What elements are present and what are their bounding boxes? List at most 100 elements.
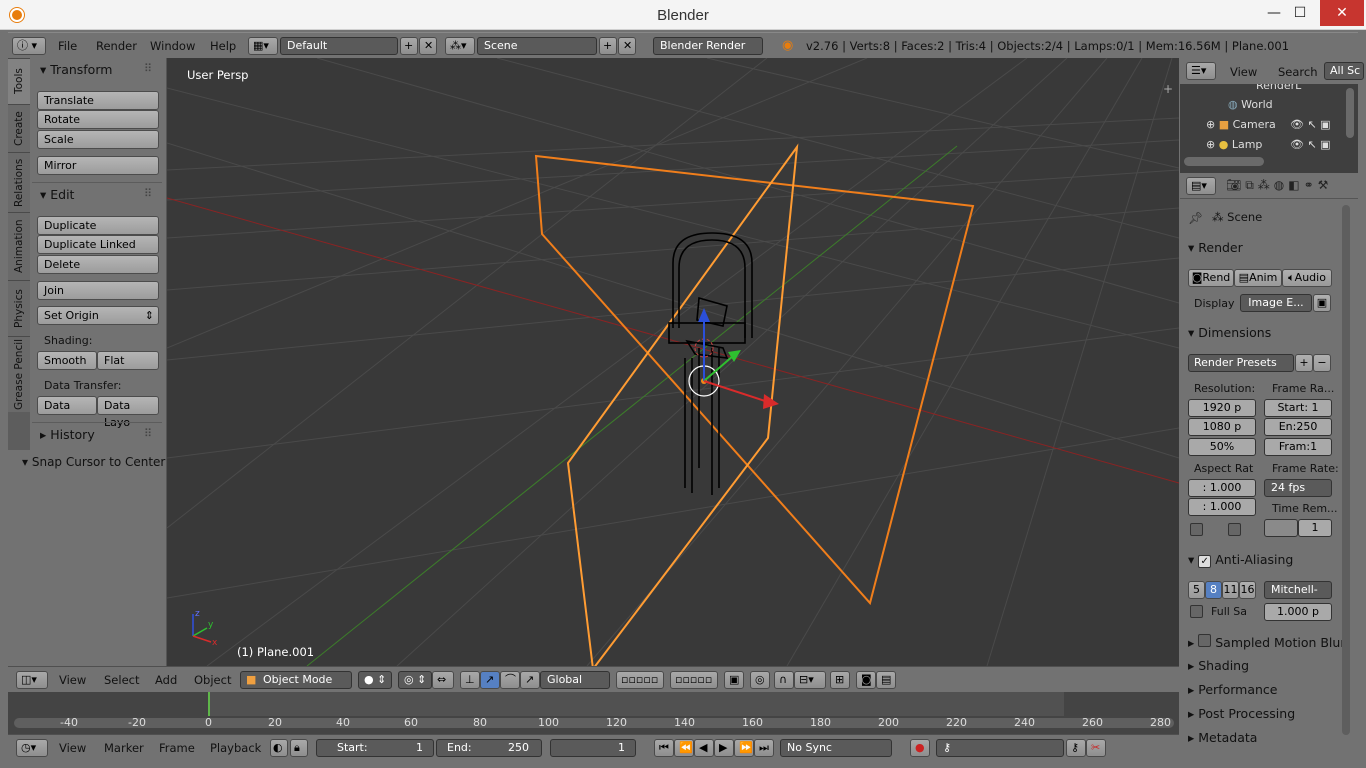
context-tab-icons[interactable]: 📷︎⧉⁂◍◧⚭⚒ xyxy=(1226,178,1332,193)
jump-end-icon[interactable]: ⏭ xyxy=(754,739,774,757)
play-icon[interactable]: ▶ xyxy=(714,739,734,757)
outliner-hscroll[interactable] xyxy=(1184,157,1264,166)
motion-blur-checkbox[interactable] xyxy=(1198,634,1212,647)
manipulator-toggle-icon[interactable]: ⇔ xyxy=(432,671,454,689)
mode-select[interactable]: ■ Object Mode xyxy=(240,671,352,689)
menu-object[interactable]: Object xyxy=(194,673,231,687)
outliner-row-lamp[interactable]: ⊕ ● Lamp 👁︎ ↖ ▣ xyxy=(1206,138,1331,151)
aspect-y-field[interactable]: : 1.000 xyxy=(1188,498,1256,516)
border-checkbox[interactable] xyxy=(1190,523,1203,536)
aa-samples-8[interactable]: 8 xyxy=(1205,581,1222,599)
drag-handle-icon[interactable]: ⠿ xyxy=(144,62,152,75)
editor-type-timeline-button[interactable]: ◷▾ xyxy=(16,739,48,757)
snap-target-icon[interactable]: ⊞ xyxy=(830,671,850,689)
render-presets-select[interactable]: Render Presets xyxy=(1188,354,1294,372)
menu-add[interactable]: Add xyxy=(155,673,177,687)
add-preset-button[interactable]: + xyxy=(1295,354,1313,372)
outliner-row-world[interactable]: ◍ World xyxy=(1228,98,1273,111)
menu-view[interactable]: View xyxy=(1230,65,1257,79)
remove-scene-button[interactable]: ✕ xyxy=(618,37,636,55)
shading-panel-header[interactable]: ▸ Shading xyxy=(1188,658,1249,673)
timeline-scrollbar[interactable] xyxy=(14,718,1174,728)
tab-grease-pencil[interactable]: Grease Pencil xyxy=(8,336,30,412)
duplicate-button[interactable]: Duplicate xyxy=(37,216,159,235)
performance-panel-header[interactable]: ▸ Performance xyxy=(1188,682,1277,697)
pivot-select[interactable]: ◎ ⇕ xyxy=(398,671,432,689)
tab-animation[interactable]: Animation xyxy=(8,212,30,280)
menu-window[interactable]: Window xyxy=(150,39,195,53)
tab-relations[interactable]: Relations xyxy=(8,152,30,212)
timeline-area[interactable] xyxy=(8,692,1179,734)
mirror-button[interactable]: Mirror xyxy=(37,156,159,175)
scene-icon[interactable]: ⁂▾ xyxy=(445,37,475,55)
gizmo-x-axis[interactable] xyxy=(703,380,766,402)
delete-button[interactable]: Delete xyxy=(37,255,159,274)
render-panel-header[interactable]: ▾ Render xyxy=(1188,240,1243,255)
snap-element-icon[interactable]: ⊟▾ xyxy=(794,671,826,689)
filter-size-field[interactable]: 1.000 p xyxy=(1264,603,1332,621)
operator-panel-header[interactable]: ▾ Snap Cursor to Center xyxy=(22,455,165,469)
menu-search[interactable]: Search xyxy=(1278,65,1318,79)
start-frame-field[interactable]: Start: 1 xyxy=(316,739,434,757)
frame-end-field[interactable]: En:250 xyxy=(1264,418,1332,436)
proportional-edit-icon[interactable]: ◎ xyxy=(750,671,770,689)
render-anim-button[interactable]: ▤Anim xyxy=(1234,269,1282,287)
time-remap-old-field[interactable] xyxy=(1264,519,1298,537)
motion-blur-panel-header[interactable]: ▸ Sampled Motion Blur xyxy=(1188,634,1345,650)
preview-range-icon[interactable]: ◐ xyxy=(270,739,288,757)
anti-aliasing-checkbox[interactable]: ✓ xyxy=(1198,555,1212,568)
resolution-x-field[interactable]: 1920 p xyxy=(1188,399,1256,417)
keying-set-field[interactable]: ⚷ xyxy=(936,739,1064,757)
orientation-select[interactable]: Global xyxy=(540,671,610,689)
drag-handle-icon[interactable]: ⠿ xyxy=(144,427,152,440)
properties-scrollbar[interactable] xyxy=(1342,205,1350,735)
add-layout-button[interactable]: + xyxy=(400,37,418,55)
shading-mode-select[interactable]: ● ⇕ xyxy=(358,671,392,689)
pin-icon[interactable]: 📌︎ xyxy=(1188,211,1203,225)
end-frame-field[interactable]: End: 250 xyxy=(436,739,542,757)
menu-frame[interactable]: Frame xyxy=(159,741,195,755)
record-icon[interactable]: ● xyxy=(910,739,930,757)
add-scene-button[interactable]: + xyxy=(599,37,617,55)
editor-type-properties-button[interactable]: ▤▾ xyxy=(1186,177,1216,195)
aa-samples-5[interactable]: 5 xyxy=(1188,581,1205,599)
lock-icon[interactable]: 🔒︎ xyxy=(290,739,308,757)
layer-buttons-b[interactable]: ▫▫▫▫▫ xyxy=(670,671,718,689)
layout-field[interactable]: Default xyxy=(280,37,398,55)
snap-toggle-icon[interactable]: ∩ xyxy=(774,671,794,689)
render-anim-icon[interactable]: ▤ xyxy=(876,671,896,689)
scale-button[interactable]: Scale xyxy=(37,130,159,149)
outliner-vscroll[interactable] xyxy=(1346,88,1354,138)
current-frame-line[interactable] xyxy=(208,692,210,716)
next-keyframe-icon[interactable]: ⏩ xyxy=(734,739,754,757)
delete-keyframe-icon[interactable]: ✂ xyxy=(1086,739,1106,757)
data-button[interactable]: Data xyxy=(37,396,97,415)
menu-playback[interactable]: Playback xyxy=(210,741,261,755)
smooth-button[interactable]: Smooth xyxy=(37,351,97,370)
rotate-button[interactable]: Rotate xyxy=(37,110,159,129)
time-remap-new-field[interactable]: 1 xyxy=(1298,519,1332,537)
play-reverse-icon[interactable]: ◀ xyxy=(694,739,714,757)
menu-select[interactable]: Select xyxy=(104,673,139,687)
aa-filter-select[interactable]: Mitchell- xyxy=(1264,581,1332,599)
resolution-y-field[interactable]: 1080 p xyxy=(1188,418,1256,436)
editor-type-info-button[interactable]: ⓘ ▾ xyxy=(12,37,46,55)
editor-type-outliner-button[interactable]: ☰▾ xyxy=(1186,62,1216,80)
layer-buttons-a[interactable]: ▫▫▫▫▫ xyxy=(616,671,664,689)
menu-view[interactable]: View xyxy=(59,673,86,687)
edit-panel-header[interactable]: ▾ Edit xyxy=(40,187,74,202)
post-processing-panel-header[interactable]: ▸ Post Processing xyxy=(1188,706,1295,721)
outliner-row[interactable]: RenderL xyxy=(1210,84,1340,94)
duplicate-linked-button[interactable]: Duplicate Linked xyxy=(37,235,159,254)
remove-layout-button[interactable]: ✕ xyxy=(419,37,437,55)
history-panel-header[interactable]: ▸ History xyxy=(40,427,95,442)
add-region-icon[interactable]: + xyxy=(1163,82,1173,96)
display-select[interactable]: Image E... xyxy=(1240,294,1312,312)
3d-viewport[interactable]: z y x User Persp (1) Plane.001 + xyxy=(167,58,1179,666)
menu-file[interactable]: File xyxy=(58,39,77,53)
screen-layout-icon[interactable]: ▦▾ xyxy=(248,37,278,55)
join-button[interactable]: Join xyxy=(37,281,159,300)
fps-select[interactable]: 24 fps xyxy=(1264,479,1332,497)
gizmo-z-arrow[interactable] xyxy=(698,308,710,322)
render-still-button[interactable]: ◙Rend xyxy=(1188,269,1234,287)
